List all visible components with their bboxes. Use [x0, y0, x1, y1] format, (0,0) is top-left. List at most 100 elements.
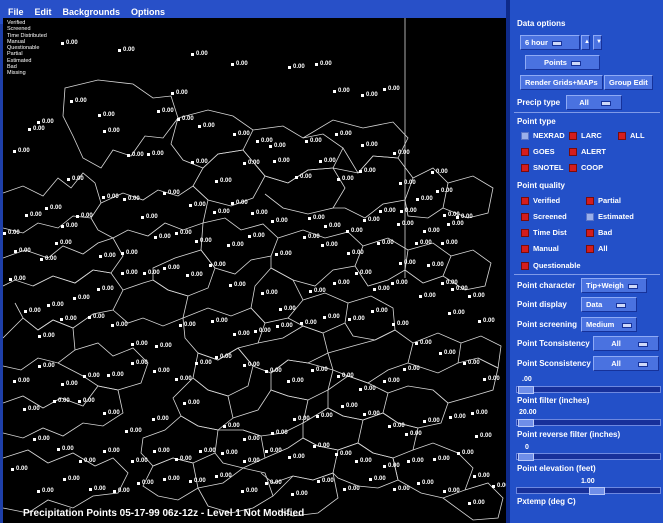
point-marker[interactable] [441, 242, 444, 245]
point-marker[interactable] [471, 412, 474, 415]
point-marker[interactable] [363, 219, 366, 222]
point-marker[interactable] [443, 490, 446, 493]
point-marker[interactable] [265, 482, 268, 485]
point-marker[interactable] [346, 230, 349, 233]
point-marker[interactable] [233, 333, 236, 336]
point-marker[interactable] [243, 460, 246, 463]
point-marker[interactable] [343, 488, 346, 491]
point-marker[interactable] [417, 482, 420, 485]
point-marker[interactable] [47, 304, 50, 307]
point-marker[interactable] [379, 210, 382, 213]
point-marker[interactable] [456, 216, 459, 219]
point-marker[interactable] [53, 400, 56, 403]
point-marker[interactable] [199, 450, 202, 453]
duration-select[interactable]: 6 hour [520, 35, 580, 50]
point-marker[interactable] [276, 325, 279, 328]
point-marker[interactable] [361, 144, 364, 147]
point-marker[interactable] [441, 282, 444, 285]
point-marker[interactable] [231, 63, 234, 66]
point-marker[interactable] [221, 452, 224, 455]
point-marker[interactable] [121, 272, 124, 275]
reverse-filter-slider[interactable] [516, 419, 661, 427]
point-marker[interactable] [373, 288, 376, 291]
point-marker[interactable] [103, 450, 106, 453]
point-marker[interactable] [355, 272, 358, 275]
point-marker[interactable] [415, 242, 418, 245]
point-marker[interactable] [223, 425, 226, 428]
point-character-select[interactable]: Tip+Weigh [581, 278, 647, 293]
point-marker[interactable] [215, 475, 218, 478]
point-marker[interactable] [315, 63, 318, 66]
slider-handle[interactable] [518, 453, 534, 461]
point-quality-checkbox-estimated[interactable] [586, 213, 594, 221]
duration-down-button[interactable]: ▼ [593, 35, 602, 50]
slider-handle[interactable] [518, 386, 534, 394]
point-type-checkbox-larc[interactable] [569, 132, 577, 140]
point-marker[interactable] [153, 370, 156, 373]
point-marker[interactable] [347, 252, 350, 255]
point-marker[interactable] [337, 375, 340, 378]
point-marker[interactable] [317, 480, 320, 483]
point-marker[interactable] [419, 295, 422, 298]
point-marker[interactable] [291, 493, 294, 496]
point-marker[interactable] [369, 478, 372, 481]
point-marker[interactable] [186, 274, 189, 277]
point-marker[interactable] [265, 370, 268, 373]
point-marker[interactable] [63, 478, 66, 481]
point-marker[interactable] [175, 458, 178, 461]
point-marker[interactable] [363, 413, 366, 416]
point-marker[interactable] [316, 415, 319, 418]
point-marker[interactable] [309, 290, 312, 293]
point-marker[interactable] [407, 460, 410, 463]
precipitation-map[interactable]: Verified Screened Time Distributed Manua… [3, 18, 506, 523]
point-marker[interactable] [243, 364, 246, 367]
point-quality-checkbox-bad[interactable] [586, 229, 594, 237]
point-marker[interactable] [478, 320, 481, 323]
point-marker[interactable] [57, 448, 60, 451]
point-marker[interactable] [261, 292, 264, 295]
point-marker[interactable] [451, 288, 454, 291]
point-tconsistency-select[interactable]: All [593, 336, 659, 351]
point-marker[interactable] [157, 110, 160, 113]
point-marker[interactable] [468, 295, 471, 298]
point-marker[interactable] [273, 160, 276, 163]
point-marker[interactable] [243, 438, 246, 441]
point-marker[interactable] [492, 485, 495, 488]
point-marker[interactable] [23, 408, 26, 411]
point-marker[interactable] [61, 42, 64, 45]
duration-up-button[interactable]: ▲ [581, 35, 590, 50]
point-marker[interactable] [439, 352, 442, 355]
point-marker[interactable] [125, 430, 128, 433]
point-marker[interactable] [103, 412, 106, 415]
point-marker[interactable] [213, 211, 216, 214]
menu-file[interactable]: File [8, 7, 24, 17]
point-marker[interactable] [113, 490, 116, 493]
point-quality-checkbox-questionable[interactable] [521, 262, 529, 270]
point-marker[interactable] [131, 362, 134, 365]
point-marker[interactable] [335, 133, 338, 136]
point-screening-select[interactable]: Medium [581, 317, 637, 332]
point-marker[interactable] [37, 490, 40, 493]
point-marker[interactable] [127, 154, 130, 157]
point-marker[interactable] [147, 153, 150, 156]
point-marker[interactable] [436, 190, 439, 193]
point-marker[interactable] [311, 369, 314, 372]
point-marker[interactable] [209, 264, 212, 267]
point-marker[interactable] [89, 488, 92, 491]
point-marker[interactable] [33, 438, 36, 441]
point-marker[interactable] [423, 230, 426, 233]
point-marker[interactable] [447, 223, 450, 226]
point-marker[interactable] [377, 242, 380, 245]
point-marker[interactable] [153, 450, 156, 453]
point-marker[interactable] [388, 425, 391, 428]
point-filter-slider[interactable] [516, 386, 661, 394]
point-marker[interactable] [359, 388, 362, 391]
point-marker[interactable] [3, 232, 6, 235]
point-marker[interactable] [256, 140, 259, 143]
point-quality-checkbox-manual[interactable] [521, 245, 529, 253]
point-marker[interactable] [393, 152, 396, 155]
point-quality-checkbox-partial[interactable] [586, 197, 594, 205]
pxtemp-slider[interactable] [516, 487, 661, 495]
point-marker[interactable] [79, 460, 82, 463]
point-marker[interactable] [279, 308, 282, 311]
